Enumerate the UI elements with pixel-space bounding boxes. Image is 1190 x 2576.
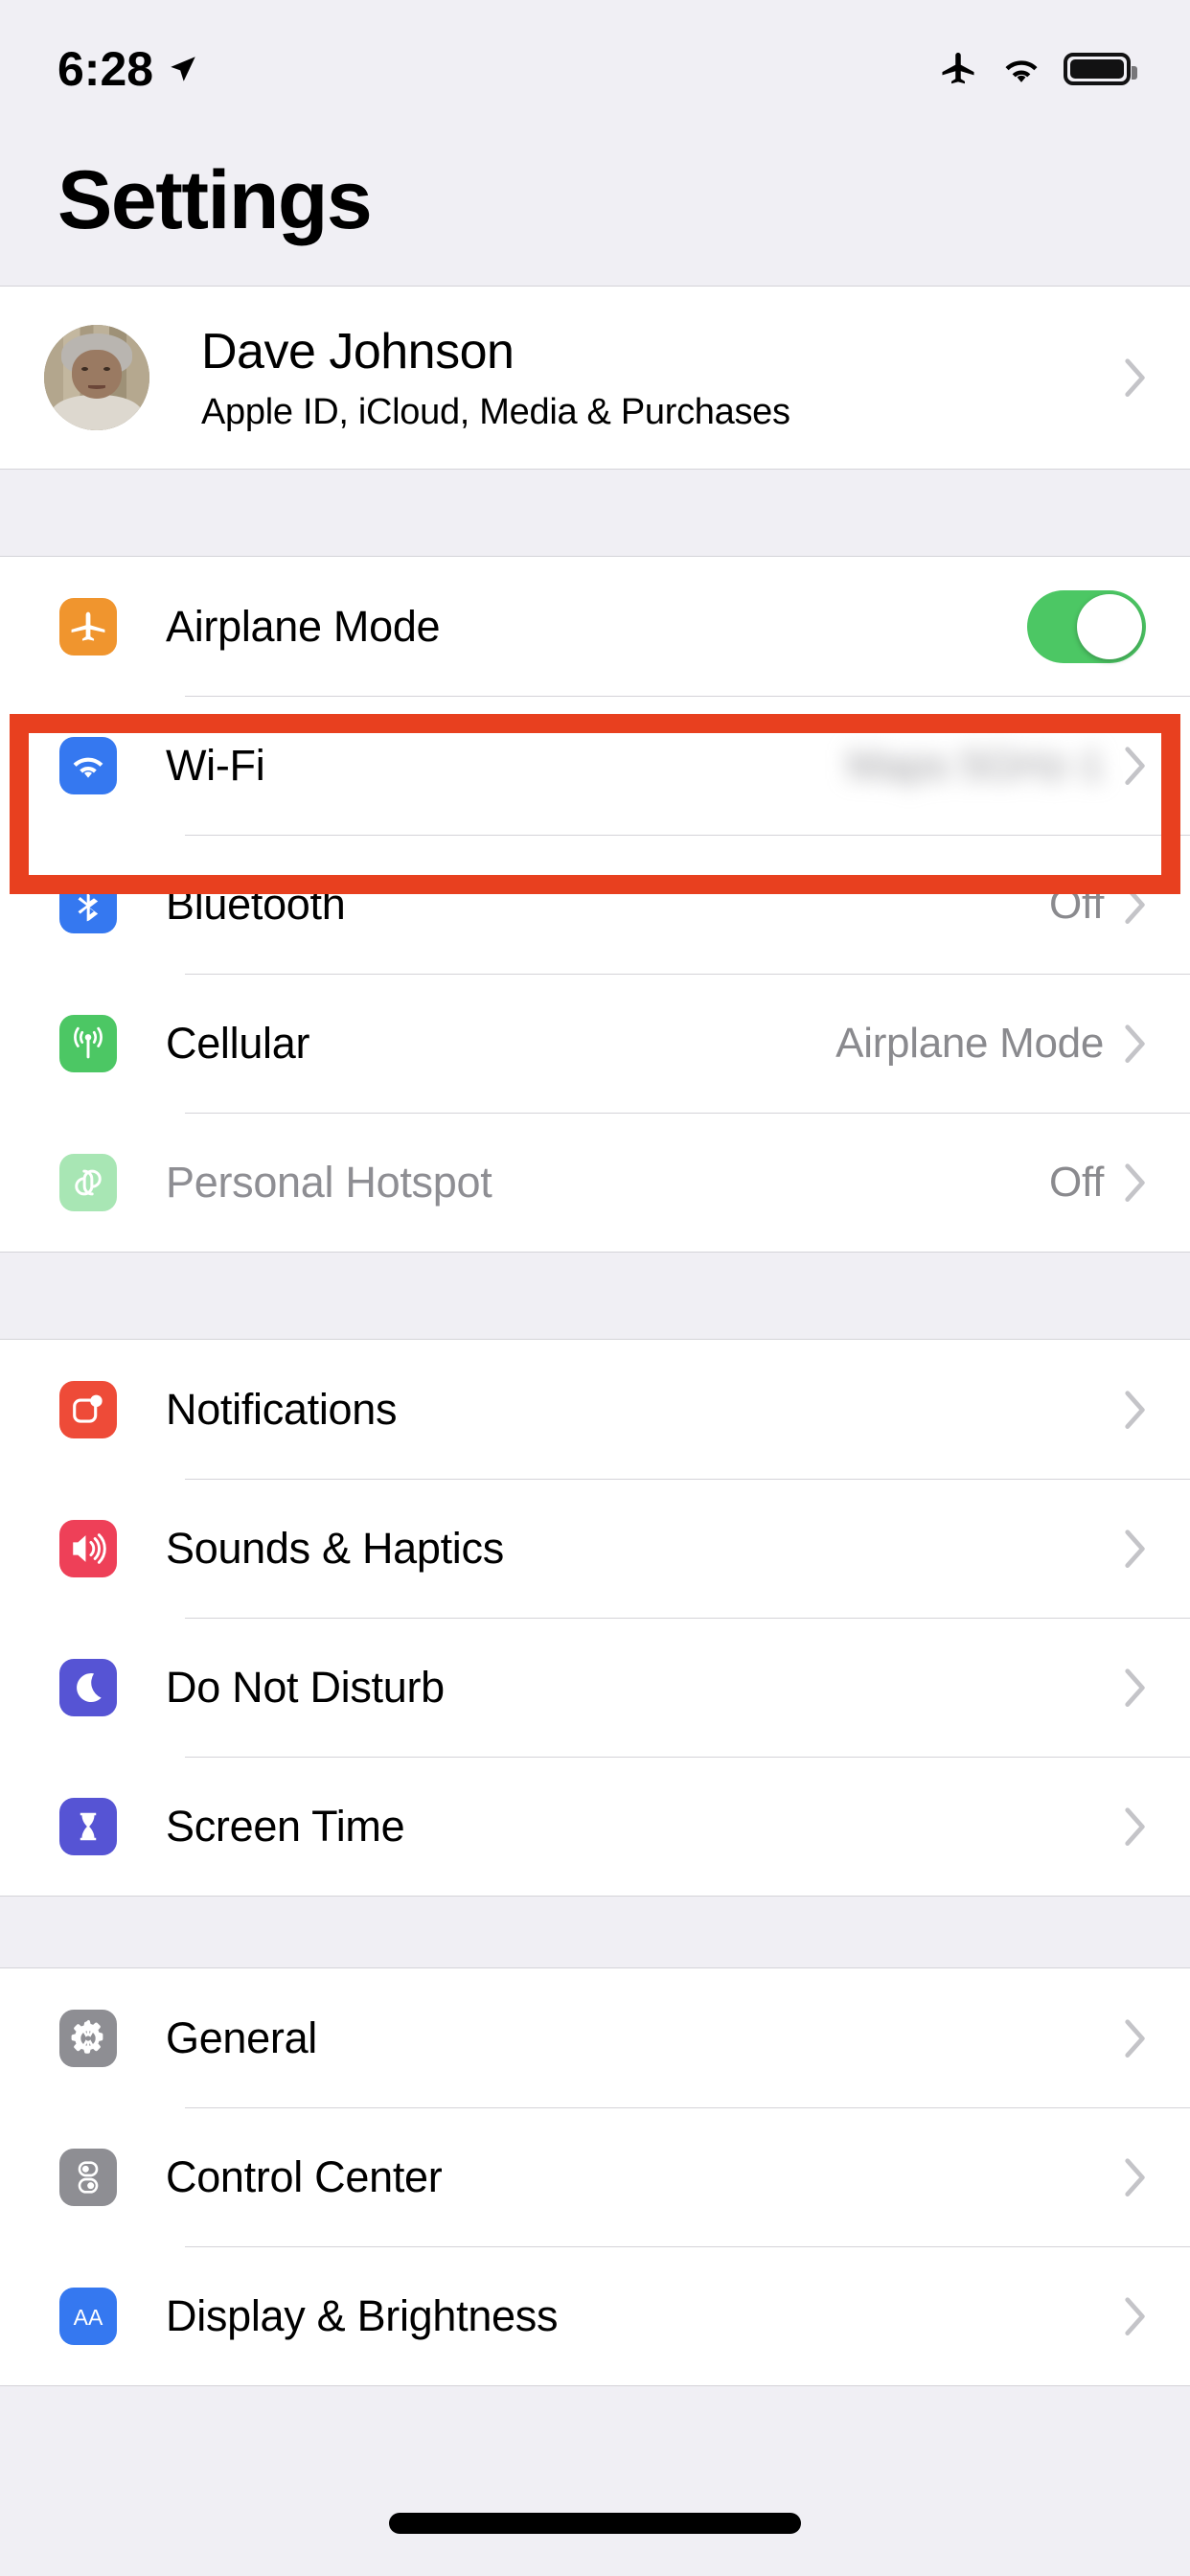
connectivity-group: Airplane Mode Wi-Fi Maps 5GHz-1 Bluetoot xyxy=(0,556,1190,1253)
row-airplane-mode[interactable]: Airplane Mode xyxy=(0,557,1190,696)
switches-icon xyxy=(59,2148,117,2206)
row-label: Wi-Fi xyxy=(166,740,265,790)
cellular-icon xyxy=(59,1014,117,1072)
battery-full-icon xyxy=(1064,53,1137,85)
aa-text-icon: AA xyxy=(59,2287,117,2345)
chevron-right-icon xyxy=(1125,885,1146,924)
row-label: Do Not Disturb xyxy=(166,1662,445,1712)
location-arrow-icon xyxy=(167,53,199,85)
notifications-icon xyxy=(59,1380,117,1438)
row-label: Screen Time xyxy=(166,1801,405,1851)
hotspot-value: Off xyxy=(1049,1158,1104,1206)
page-title: Settings xyxy=(57,154,373,246)
system-group: General Control Center AA Display & Brig… xyxy=(0,1967,1190,2386)
chevron-right-icon xyxy=(1125,1024,1146,1063)
row-control-center[interactable]: Control Center xyxy=(0,2107,1190,2246)
avatar xyxy=(44,325,149,430)
hourglass-icon xyxy=(59,1797,117,1855)
row-bluetooth[interactable]: Bluetooth Off xyxy=(0,835,1190,974)
status-bar-clock: 6:28 xyxy=(57,42,154,96)
account-subtitle: Apple ID, iCloud, Media & Purchases xyxy=(201,391,790,432)
alerts-group: Notifications Sounds & Haptics Do Not Di… xyxy=(0,1339,1190,1897)
bluetooth-icon xyxy=(59,875,117,933)
hotspot-icon xyxy=(59,1153,117,1211)
toggle-knob xyxy=(1077,593,1142,659)
status-bar: 6:28 xyxy=(0,0,1190,113)
group-gap-2 xyxy=(0,1253,1190,1339)
status-bar-left: 6:28 xyxy=(57,41,199,97)
row-sounds-haptics[interactable]: Sounds & Haptics xyxy=(0,1479,1190,1618)
svg-text:AA: AA xyxy=(74,2304,103,2329)
cellular-value: Airplane Mode xyxy=(835,1019,1104,1067)
row-notifications[interactable]: Notifications xyxy=(0,1340,1190,1479)
group-gap-1 xyxy=(0,470,1190,556)
chevron-right-icon xyxy=(1125,1162,1146,1202)
chevron-right-icon xyxy=(1125,1806,1146,1846)
row-label: Notifications xyxy=(166,1384,398,1434)
row-label: Cellular xyxy=(166,1018,310,1068)
speaker-icon xyxy=(59,1519,117,1577)
account-name: Dave Johnson xyxy=(201,323,515,380)
row-general[interactable]: General xyxy=(0,1968,1190,2107)
gear-icon xyxy=(59,2009,117,2067)
chevron-right-icon xyxy=(1125,1668,1146,1707)
row-label: Airplane Mode xyxy=(166,601,441,651)
airplane-icon xyxy=(937,48,979,90)
bluetooth-value: Off xyxy=(1049,880,1104,928)
status-bar-right xyxy=(937,48,1137,90)
row-label: Personal Hotspot xyxy=(166,1157,492,1207)
profile-group: Dave Johnson Apple ID, iCloud, Media & P… xyxy=(0,286,1190,470)
chevron-right-icon xyxy=(1125,1390,1146,1429)
row-label: General xyxy=(166,2012,317,2062)
airplane-mode-toggle[interactable] xyxy=(1027,589,1146,663)
moon-icon xyxy=(59,1658,117,1716)
group-gap-3 xyxy=(0,1897,1190,1967)
chevron-right-icon xyxy=(1125,2018,1146,2058)
wifi-network-value: Maps 5GHz-1 xyxy=(846,741,1104,789)
apple-id-row[interactable]: Dave Johnson Apple ID, iCloud, Media & P… xyxy=(0,287,1190,469)
wifi-icon xyxy=(1000,48,1042,90)
page-title-container: Settings xyxy=(0,113,1190,286)
row-wifi[interactable]: Wi-Fi Maps 5GHz-1 xyxy=(0,696,1190,835)
chevron-right-icon xyxy=(1125,358,1146,397)
row-screen-time[interactable]: Screen Time xyxy=(0,1757,1190,1896)
row-label: Sounds & Haptics xyxy=(166,1523,504,1573)
row-label: Control Center xyxy=(166,2151,443,2201)
chevron-right-icon xyxy=(1125,2296,1146,2335)
chevron-right-icon xyxy=(1125,1529,1146,1568)
airplane-icon xyxy=(59,597,117,656)
row-do-not-disturb[interactable]: Do Not Disturb xyxy=(0,1618,1190,1757)
row-label: Display & Brightness xyxy=(166,2290,559,2340)
row-cellular[interactable]: Cellular Airplane Mode xyxy=(0,974,1190,1113)
chevron-right-icon xyxy=(1125,2157,1146,2196)
apple-id-text: Dave Johnson Apple ID, iCloud, Media & P… xyxy=(201,323,790,433)
home-indicator[interactable] xyxy=(389,2513,801,2534)
row-display-brightness[interactable]: AA Display & Brightness xyxy=(0,2246,1190,2385)
wifi-icon xyxy=(59,736,117,794)
row-label: Bluetooth xyxy=(166,879,346,929)
row-personal-hotspot[interactable]: Personal Hotspot Off xyxy=(0,1113,1190,1252)
chevron-right-icon xyxy=(1125,746,1146,785)
